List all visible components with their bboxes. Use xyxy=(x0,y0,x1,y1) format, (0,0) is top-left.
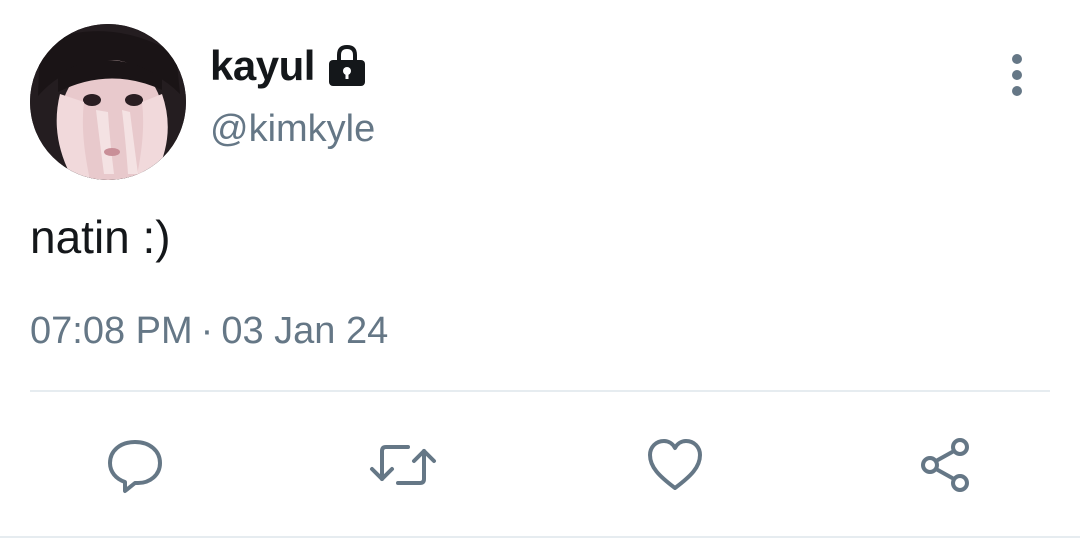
tweet-date: 03 Jan 24 xyxy=(221,310,389,352)
tweet-timestamp[interactable]: 07:08 PM · 03 Jan 24 xyxy=(30,310,388,353)
reply-icon xyxy=(108,440,162,493)
avatar[interactable] xyxy=(30,24,186,180)
tweet-time: 07:08 PM xyxy=(30,310,193,352)
like-button[interactable] xyxy=(640,430,710,500)
tweet-card: kayul @kimkyle natin :) 07:08 PM · 03 Jan … xyxy=(0,0,1080,555)
timestamp-separator: · xyxy=(200,310,214,352)
tweet-text: natin :) xyxy=(30,211,171,263)
bottom-divider xyxy=(0,536,1080,538)
author-name-row[interactable]: kayul xyxy=(210,40,367,92)
tweet-actions xyxy=(0,420,1080,510)
heart-icon xyxy=(648,439,702,490)
author-handle[interactable]: @kimkyle xyxy=(210,108,375,151)
retweet-icon xyxy=(370,445,436,485)
lock-icon xyxy=(327,44,367,88)
share-icon xyxy=(921,438,969,492)
display-name[interactable]: kayul xyxy=(210,42,315,90)
more-dot xyxy=(1012,86,1022,96)
divider xyxy=(30,390,1050,392)
more-dot xyxy=(1012,54,1022,64)
retweet-button[interactable] xyxy=(368,430,438,500)
avatar-photo xyxy=(30,24,186,180)
share-button[interactable] xyxy=(910,430,980,500)
reply-button[interactable] xyxy=(100,430,170,500)
more-vertical-icon[interactable] xyxy=(996,50,1038,100)
more-dot xyxy=(1012,70,1022,80)
